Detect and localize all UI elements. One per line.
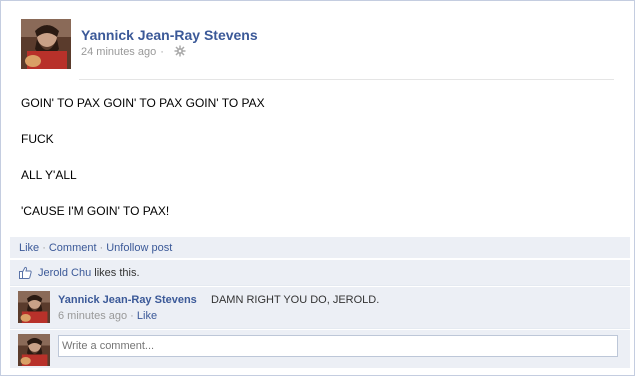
comment-meta-separator: · — [130, 310, 134, 322]
comment-author-avatar[interactable] — [18, 291, 50, 323]
meta-separator: · — [160, 46, 164, 58]
post-timestamp[interactable]: 24 minutes ago — [81, 46, 156, 58]
action-separator: · — [42, 242, 46, 254]
gear-icon[interactable] — [174, 45, 186, 57]
post-divider — [79, 79, 614, 80]
post-line: GOIN' TO PAX GOIN' TO PAX GOIN' TO PAX — [21, 96, 265, 110]
comment-author-link[interactable]: Yannick Jean-Ray Stevens — [58, 294, 197, 306]
post-line: ALL Y'ALL — [21, 168, 77, 182]
post-meta: 24 minutes ago · — [81, 45, 186, 58]
comment-input[interactable] — [58, 335, 618, 357]
comment-text: DAMN RIGHT YOU DO, JEROLD. — [211, 294, 380, 306]
likes-suffix: likes this. — [91, 267, 140, 279]
comment-link[interactable]: Comment — [49, 242, 97, 254]
like-link[interactable]: Like — [19, 242, 39, 254]
post-author-link[interactable]: Yannick Jean-Ray Stevens — [81, 27, 258, 43]
unfollow-post-link[interactable]: Unfollow post — [106, 242, 172, 254]
post-actions-bar: Like · Comment · Unfollow post — [10, 237, 630, 259]
liker-link[interactable]: Jerold Chu — [38, 267, 91, 279]
comment-like-link[interactable]: Like — [137, 310, 157, 322]
action-separator: · — [99, 242, 104, 254]
viewer-avatar — [18, 334, 50, 366]
write-comment-row — [10, 330, 630, 368]
post-line: 'CAUSE I'M GOIN' TO PAX! — [21, 204, 170, 218]
comment-item: Yannick Jean-Ray Stevens DAMN RIGHT YOU … — [10, 287, 630, 329]
post-line: FUCK — [21, 132, 54, 146]
likes-text: Jerold Chu likes this. — [38, 267, 140, 279]
thumbs-up-icon — [19, 266, 32, 279]
post-body: GOIN' TO PAX GOIN' TO PAX GOIN' TO PAX F… — [21, 96, 265, 240]
post-card: Yannick Jean-Ray Stevens 24 minutes ago ·… — [0, 0, 635, 376]
author-avatar[interactable] — [21, 19, 71, 69]
comment-timestamp[interactable]: 6 minutes ago — [58, 310, 127, 322]
comment-meta: 6 minutes ago · Like — [58, 310, 157, 322]
likes-row: Jerold Chu likes this. — [10, 260, 630, 286]
